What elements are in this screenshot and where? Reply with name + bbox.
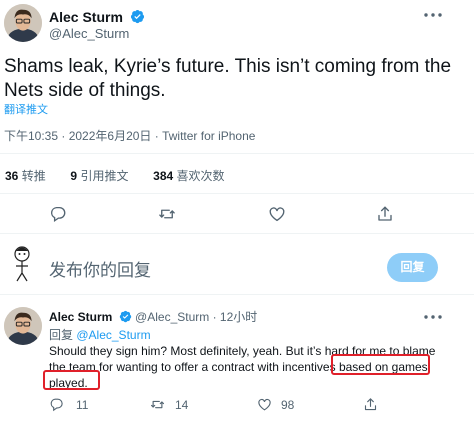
retweets-stat[interactable]: 36 转推 bbox=[5, 169, 49, 183]
author-avatar[interactable] bbox=[4, 4, 42, 42]
tweet-text-line-2: Nets side of things. bbox=[4, 80, 166, 101]
highlight-box-played bbox=[43, 370, 100, 390]
like-count: 98 bbox=[281, 397, 295, 412]
quotes-label: 引用推文 bbox=[80, 169, 129, 183]
tweet-text: Shams leak, Kyrie’s future. This isn’t c… bbox=[4, 55, 451, 103]
quotes-count: 9 bbox=[70, 169, 78, 183]
composer-avatar bbox=[6, 243, 38, 283]
reply-input[interactable]: 发布你的回复 bbox=[49, 256, 151, 281]
divider bbox=[0, 153, 474, 154]
reply-author-avatar[interactable] bbox=[4, 307, 42, 345]
reply-count: 11 bbox=[76, 397, 89, 412]
verified-badge-icon bbox=[130, 9, 145, 24]
replying-to-handle[interactable]: @Alec_Sturm bbox=[76, 328, 150, 342]
share-icon[interactable] bbox=[376, 205, 394, 223]
retweets-label: 转推 bbox=[21, 169, 46, 183]
retweet-count: 14 bbox=[175, 397, 189, 412]
divider bbox=[0, 193, 474, 194]
reply-author-handle[interactable]: @Alec_Sturm bbox=[135, 310, 209, 324]
author-name-row[interactable]: Alec Sturm bbox=[49, 9, 145, 27]
share-icon[interactable] bbox=[363, 397, 378, 412]
replying-to: 回复 @Alec_Sturm bbox=[49, 326, 151, 343]
reply-action-reply[interactable]: 11 bbox=[49, 397, 88, 412]
reply-header: Alec Sturm @Alec_Sturm · 12小时 bbox=[49, 308, 257, 325]
quotes-stat[interactable]: 9 引用推文 bbox=[70, 169, 131, 183]
highlight-box-games bbox=[331, 354, 430, 375]
reply-icon[interactable] bbox=[49, 205, 67, 223]
tweet-text-line-1: Shams leak, Kyrie’s future. This isn’t c… bbox=[4, 56, 452, 77]
tweet-timestamp[interactable]: 下午10:35 · 2022年6月20日 · Twitter for iPhon… bbox=[4, 127, 255, 144]
author-name[interactable]: Alec Sturm bbox=[49, 9, 123, 25]
reply-author-name[interactable]: Alec Sturm bbox=[49, 310, 112, 324]
likes-stat[interactable]: 384 喜欢次数 bbox=[153, 169, 224, 183]
more-options-icon[interactable] bbox=[423, 8, 443, 22]
tweet-stats: 36 转推 9 引用推文 384 喜欢次数 bbox=[5, 167, 225, 184]
reply-button[interactable]: 回复 bbox=[387, 253, 438, 282]
author-handle[interactable]: @Alec_Sturm bbox=[49, 26, 129, 41]
like-icon[interactable] bbox=[268, 205, 286, 223]
likes-count: 384 bbox=[153, 169, 174, 183]
divider bbox=[0, 233, 474, 234]
verified-badge-icon bbox=[119, 310, 132, 323]
reply-action-like[interactable]: 98 bbox=[257, 397, 294, 412]
divider bbox=[0, 294, 474, 295]
like-icon bbox=[257, 397, 272, 412]
replying-to-prefix: 回复 bbox=[49, 328, 74, 342]
retweet-icon bbox=[150, 397, 165, 412]
translate-tweet-link[interactable]: 翻译推文 bbox=[4, 101, 48, 117]
reply-action-retweet[interactable]: 14 bbox=[150, 397, 188, 412]
reply-text-line-3: played. bbox=[49, 376, 88, 390]
reply-time[interactable]: · 12小时 bbox=[213, 310, 258, 324]
reply-icon bbox=[49, 397, 64, 412]
retweets-count: 36 bbox=[5, 169, 19, 183]
retweet-icon[interactable] bbox=[158, 205, 176, 223]
likes-label: 喜欢次数 bbox=[176, 169, 225, 183]
more-options-icon[interactable] bbox=[423, 310, 443, 324]
